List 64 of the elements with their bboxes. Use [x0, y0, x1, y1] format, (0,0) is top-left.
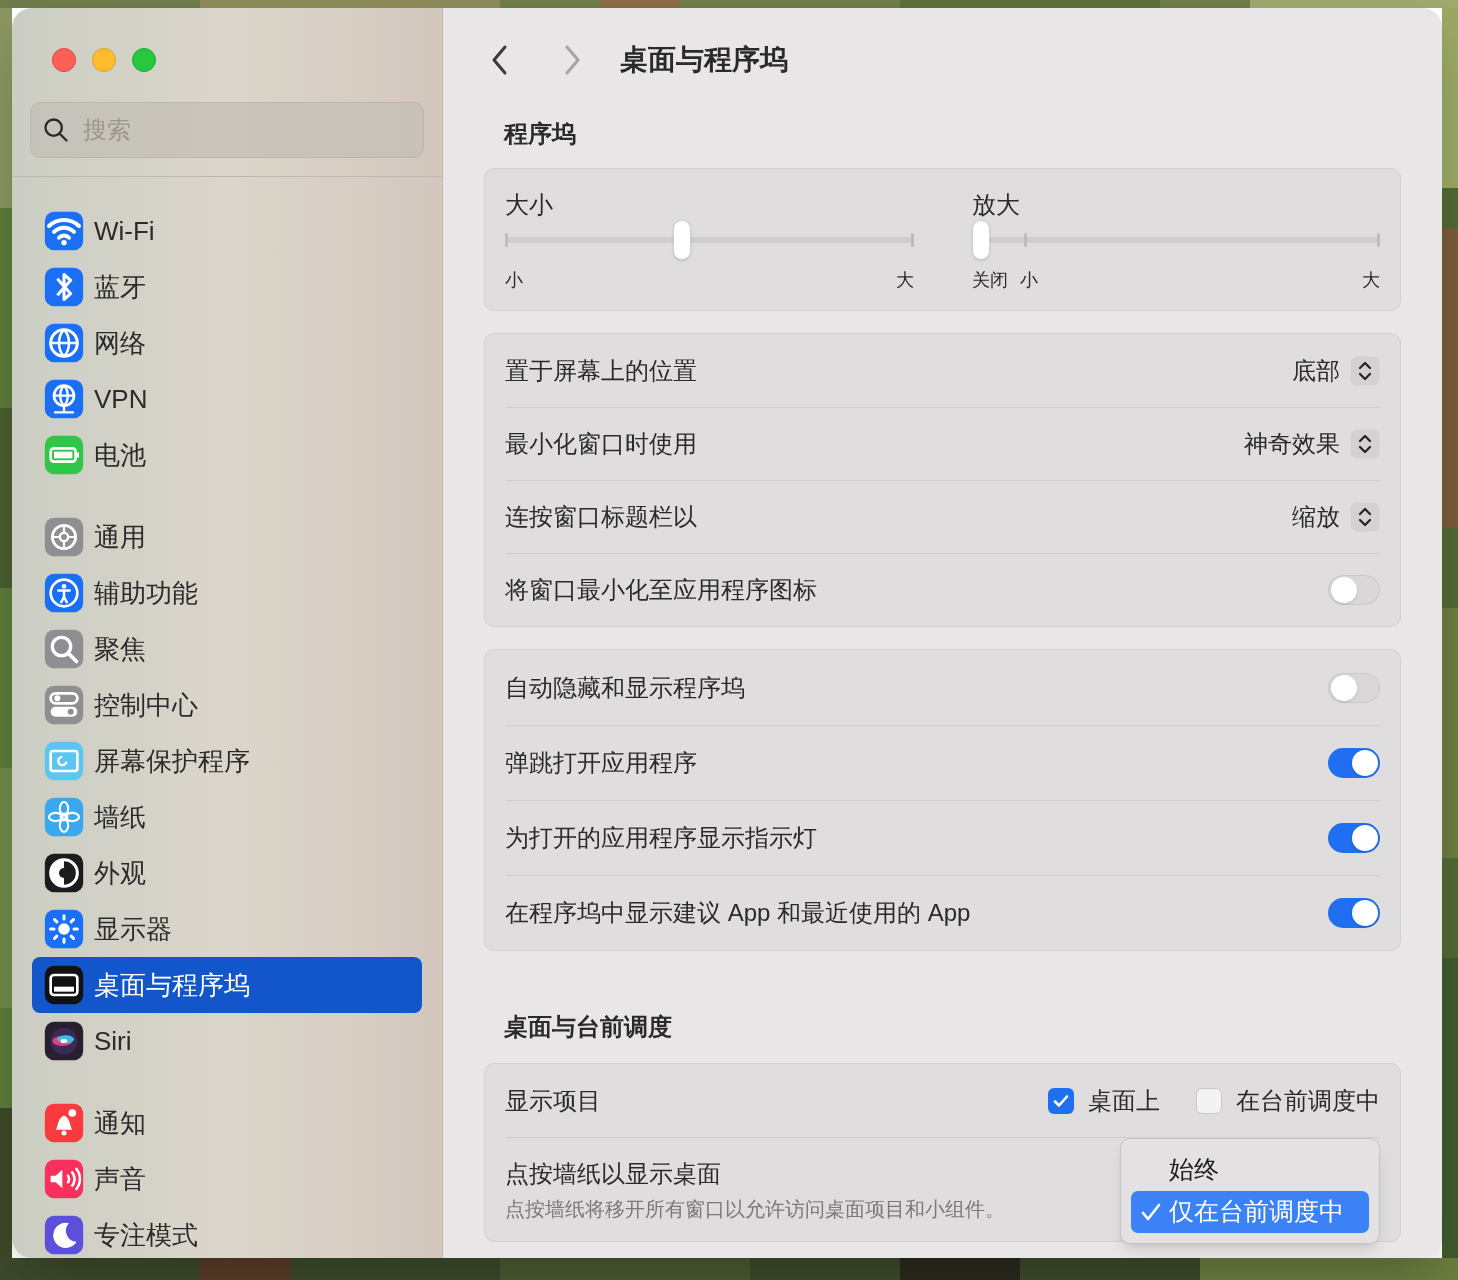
- setting-label: 最小化窗口时使用: [505, 429, 697, 459]
- toggle-switch[interactable]: [1328, 672, 1380, 703]
- setting-label: 将窗口最小化至应用程序图标: [505, 575, 817, 605]
- setting-label: 在程序坞中显示建议 App 和最近使用的 App: [505, 898, 971, 928]
- slider-label: 放大: [971, 190, 1020, 220]
- sidebar-item[interactable]: 屏幕保护程序: [32, 733, 422, 789]
- stepper-icon: [1350, 429, 1380, 459]
- checkbox[interactable]: [1196, 1087, 1222, 1114]
- menu-item[interactable]: 始终: [1131, 1149, 1369, 1191]
- tick-label: 小: [1019, 269, 1038, 292]
- tick-label: 大: [895, 269, 914, 292]
- checkbox[interactable]: [1048, 1087, 1074, 1114]
- setting-label: 置于屏幕上的位置: [505, 355, 697, 386]
- sidebar-item[interactable]: 聚焦: [32, 621, 422, 677]
- slider-label: 大小: [505, 190, 553, 220]
- sidebar-item[interactable]: 通知: [32, 1095, 422, 1151]
- tick-label: 大: [1362, 269, 1380, 292]
- sidebar-item[interactable]: 声音: [32, 1151, 422, 1207]
- stepper-icon: [1350, 502, 1380, 532]
- checkbox-label: 在台前调度中: [1236, 1085, 1380, 1116]
- tick-label: 关闭: [971, 269, 1008, 292]
- zoom-button[interactable]: [132, 48, 156, 72]
- sidebar-item[interactable]: 控制中心: [32, 677, 422, 733]
- stepper-icon: [1350, 355, 1380, 386]
- setting-description: 点按墙纸将移开所有窗口以允许访问桌面项目和小组件。: [505, 1196, 1005, 1222]
- popup-button[interactable]: 缩放: [1292, 499, 1380, 535]
- sidebar-item[interactable]: 通用: [32, 509, 422, 565]
- sidebar-item[interactable]: 蓝牙: [32, 259, 422, 315]
- slider-track[interactable]: [505, 220, 914, 260]
- tick-label: 小: [505, 269, 523, 292]
- setting-label: 连按窗口标题栏以: [505, 502, 697, 532]
- sidebar-item[interactable]: 网络: [32, 315, 422, 371]
- section-title: 桌面与台前调度: [503, 1012, 673, 1042]
- sidebar-item[interactable]: Wi-Fi: [32, 203, 422, 259]
- close-button[interactable]: [52, 48, 76, 72]
- sidebar-item[interactable]: VPN: [32, 371, 422, 427]
- sidebar-item[interactable]: 桌面与程序坞: [32, 957, 422, 1013]
- setting-label: 弹跳打开应用程序: [505, 748, 697, 778]
- checkbox-label: 桌面上: [1088, 1085, 1160, 1116]
- sidebar-item[interactable]: 辅助功能: [32, 565, 422, 621]
- toggle-switch[interactable]: [1328, 823, 1380, 853]
- setting-label: 显示项目: [505, 1085, 601, 1116]
- sidebar-item[interactable]: 电池: [32, 427, 422, 483]
- search-icon: [42, 116, 70, 144]
- slider-thumb[interactable]: [672, 220, 691, 260]
- section-title: 程序坞: [502, 119, 577, 149]
- page-title: 桌面与程序坞: [620, 43, 788, 77]
- popup-button[interactable]: 神奇效果: [1244, 426, 1380, 462]
- sidebar-item[interactable]: 专注模式: [32, 1207, 422, 1258]
- setting-label: 为打开的应用程序显示指示灯: [505, 823, 817, 853]
- sidebar-item[interactable]: 外观: [32, 845, 422, 901]
- slider-thumb[interactable]: [971, 220, 990, 260]
- setting-label: 自动隐藏和显示程序坞: [505, 672, 745, 703]
- setting-label: 点按墙纸以显示桌面: [505, 1158, 721, 1189]
- minimize-button[interactable]: [92, 48, 116, 72]
- slider-track[interactable]: [971, 220, 1380, 260]
- toggle-switch[interactable]: [1328, 898, 1380, 928]
- popup-button[interactable]: 底部: [1292, 352, 1380, 389]
- sidebar-item[interactable]: Siri: [32, 1013, 422, 1069]
- toggle-switch[interactable]: [1328, 748, 1380, 778]
- sidebar-item[interactable]: 显示器: [32, 901, 422, 957]
- menu-item[interactable]: 仅在台前调度中: [1131, 1191, 1369, 1233]
- toggle-switch[interactable]: [1328, 575, 1380, 605]
- sidebar-item[interactable]: 墙纸: [32, 789, 422, 845]
